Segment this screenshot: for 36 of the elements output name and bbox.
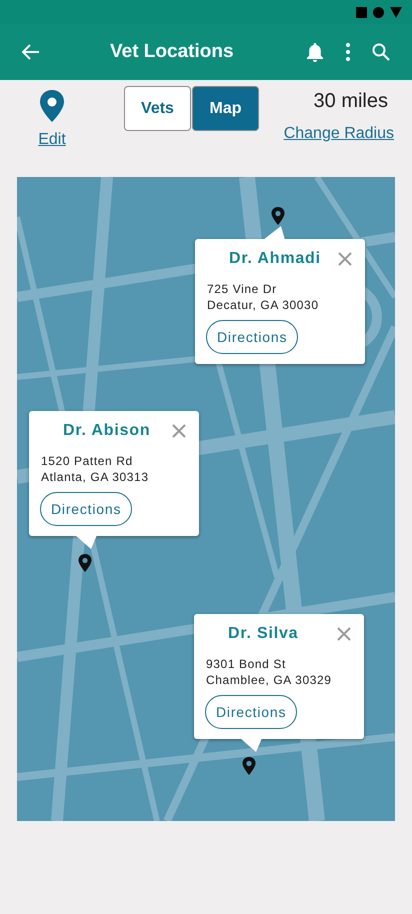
close-icon[interactable] xyxy=(337,251,353,267)
close-icon[interactable] xyxy=(336,626,352,642)
address-line: Atlanta, GA 30313 xyxy=(41,469,150,485)
window-title: Vet Locations xyxy=(110,40,234,64)
directions-button[interactable]: Directions xyxy=(206,320,298,354)
location-pin-icon xyxy=(39,90,65,122)
close-icon[interactable] xyxy=(171,423,187,439)
address-line: 9301 Bond St xyxy=(206,656,287,672)
address-line: Decatur, GA 30030 xyxy=(207,297,320,313)
square-icon xyxy=(356,6,367,18)
address-line: 725 Vine Dr xyxy=(207,281,278,297)
circle-icon xyxy=(373,6,384,18)
directions-button[interactable]: Directions xyxy=(205,695,298,729)
search-icon[interactable] xyxy=(372,43,390,61)
popup-pointer xyxy=(240,738,262,752)
map-pin-icon[interactable] xyxy=(241,757,257,775)
map[interactable]: Dr. Ahmadi 725 Vine Dr Decatur, GA 30030 Directions Dr. Abison 1520 Patten Rd Atlanta, GA 30313 Directions Dr. Silva 9301 Bond St Chamblee, GA 30329 Directions xyxy=(17,177,395,821)
vet-name: Dr. Silva xyxy=(228,624,298,644)
vet-name: Dr. Abison xyxy=(63,421,150,441)
address-line: 1520 Patten Rd xyxy=(41,453,134,469)
map-pin-icon[interactable] xyxy=(270,207,286,225)
bell-icon[interactable] xyxy=(306,42,324,62)
tab[interactable]: Map xyxy=(192,86,259,131)
back-arrow-icon[interactable] xyxy=(22,44,40,60)
triangle-icon xyxy=(390,6,402,18)
map-pin-icon[interactable] xyxy=(77,554,93,572)
change-radius-link[interactable]: Change Radius xyxy=(284,122,394,146)
popup-pointer xyxy=(263,226,285,240)
vet-name: Dr. Ahmadi xyxy=(229,249,321,269)
tab[interactable]: Vets xyxy=(124,86,191,131)
radius-value: 30 miles xyxy=(314,89,388,114)
popup-pointer xyxy=(75,535,97,549)
edit-link[interactable]: Edit xyxy=(38,128,66,152)
more-options-icon[interactable] xyxy=(346,43,350,61)
address-line: Chamblee, GA 30329 xyxy=(206,672,333,688)
directions-button[interactable]: Directions xyxy=(40,492,132,526)
